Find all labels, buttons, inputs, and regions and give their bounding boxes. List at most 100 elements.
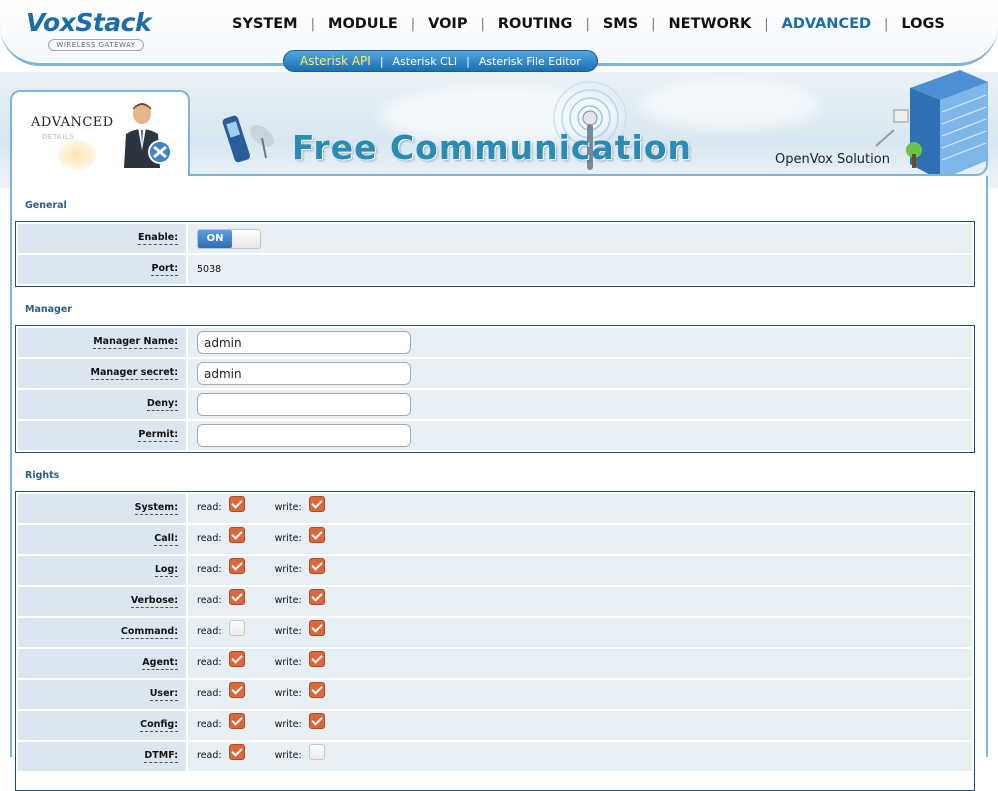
rights-agent-read-checkbox[interactable] (228, 651, 245, 667)
table-row: Call: read: write: (18, 525, 972, 554)
subnav-item-asterisk-file-editor[interactable]: Asterisk File Editor (479, 55, 581, 68)
manager-secret-label: Manager secret: (90, 367, 178, 380)
manager-table: Manager Name: Manager secret: Deny: Perm… (15, 325, 975, 453)
permit-label: Permit: (138, 429, 178, 442)
write-label: write: (274, 532, 302, 544)
rights-user-label: User: (149, 688, 178, 701)
section-badge-subtitle: DETAILS (42, 133, 75, 141)
subnav-item-asterisk-cli[interactable]: Asterisk CLI (393, 55, 458, 68)
read-label: read: (197, 749, 222, 761)
read-label: read: (197, 718, 222, 730)
subnav-item-asterisk-api[interactable]: Asterisk API (300, 54, 371, 68)
enable-toggle-state: ON (198, 229, 232, 248)
section-title-manager: Manager (25, 304, 72, 315)
table-row: Log: read: write: (18, 556, 972, 585)
nav-item-module[interactable]: MODULE (328, 16, 398, 32)
table-row: Manager Name: (18, 328, 972, 357)
nav-separator: | (410, 16, 416, 32)
glow-decoration (58, 140, 96, 170)
rights-log-read-checkbox[interactable] (228, 558, 245, 574)
write-label: write: (274, 656, 302, 668)
nav-separator: | (651, 16, 656, 32)
read-label: read: (197, 656, 222, 668)
brand-logo[interactable]: VoxStack WIRELESS GATEWAY (26, 8, 152, 51)
general-table: Enable: ON Port: 5038 (15, 221, 975, 287)
read-label: read: (197, 563, 222, 575)
rights-log-write-checkbox[interactable] (308, 558, 325, 574)
brand-name: VoxStack (26, 8, 152, 37)
nav-item-advanced[interactable]: ADVANCED (782, 16, 871, 32)
nav-item-routing[interactable]: ROUTING (498, 16, 573, 32)
rights-user-write-checkbox[interactable] (308, 682, 325, 698)
rights-call-label: Call: (154, 533, 178, 546)
nav-item-logs[interactable]: LOGS (901, 16, 944, 32)
table-row: Command: read: write: (18, 618, 972, 647)
table-row: Verbose: read: write: (18, 587, 972, 616)
rights-call-read-checkbox[interactable] (228, 527, 245, 543)
subnav-separator: | (466, 54, 470, 68)
table-row: Agent: read: write: (18, 649, 972, 678)
nav-item-network[interactable]: NETWORK (669, 16, 752, 32)
table-row: User: read: write: (18, 680, 972, 709)
rights-config-label: Config: (140, 719, 178, 732)
rights-config-write-checkbox[interactable] (308, 713, 325, 729)
manager-name-label: Manager Name: (93, 336, 178, 349)
nav-separator: | (585, 16, 590, 32)
rights-agent-label: Agent: (142, 657, 178, 670)
table-row: Deny: (18, 390, 972, 419)
rights-verbose-label: Verbose: (130, 595, 178, 608)
table-row: System: read: write: (18, 494, 972, 523)
nav-item-system[interactable]: SYSTEM (232, 16, 298, 32)
cloud-decoration (640, 80, 820, 130)
write-label: write: (274, 594, 302, 606)
nav-separator: | (310, 16, 316, 32)
write-label: write: (274, 718, 302, 730)
main-navigation: SYSTEM | MODULE | VOIP | ROUTING | SMS | NETWORK | A… (232, 16, 945, 32)
permit-input[interactable] (197, 424, 411, 447)
deny-label: Deny: (146, 398, 178, 411)
subnav-separator: | (379, 54, 384, 68)
nav-separator: | (764, 16, 769, 32)
section-title-general: General (25, 200, 67, 211)
rights-verbose-read-checkbox[interactable] (228, 589, 245, 605)
rights-system-label: System: (134, 502, 178, 515)
nav-item-sms[interactable]: SMS (603, 16, 638, 32)
rights-dtmf-write-checkbox[interactable] (308, 744, 325, 760)
read-label: read: (197, 594, 222, 606)
table-row: Permit: (18, 421, 972, 450)
table-row: Enable: ON (18, 224, 972, 253)
write-label: write: (274, 625, 302, 637)
rights-system-read-checkbox[interactable] (228, 496, 245, 512)
rights-command-write-checkbox[interactable] (308, 620, 325, 636)
read-label: read: (197, 532, 222, 544)
port-label: Port: (151, 263, 178, 276)
deny-input[interactable] (197, 393, 411, 416)
table-row: Config: read: write: (18, 711, 972, 740)
read-label: read: (197, 687, 222, 699)
enable-toggle[interactable]: ON (197, 228, 261, 249)
write-label: write: (274, 749, 302, 761)
rights-log-label: Log: (154, 564, 178, 577)
table-row: Manager secret: (18, 359, 972, 388)
write-label: write: (274, 687, 302, 699)
businessman-icon (124, 103, 172, 168)
rights-config-read-checkbox[interactable] (228, 713, 245, 729)
rights-call-write-checkbox[interactable] (308, 527, 325, 543)
manager-name-input[interactable] (197, 331, 411, 354)
rights-command-read-checkbox[interactable] (228, 620, 245, 636)
sub-navigation: Asterisk API | Asterisk CLI | Asterisk File … (283, 50, 598, 72)
rights-user-read-checkbox[interactable] (228, 682, 245, 698)
table-row: Port: 5038 (18, 255, 972, 284)
rights-system-write-checkbox[interactable] (308, 496, 325, 512)
rights-agent-write-checkbox[interactable] (308, 651, 325, 667)
rights-dtmf-read-checkbox[interactable] (228, 744, 245, 760)
write-label: write: (274, 501, 302, 513)
manager-secret-input[interactable] (197, 362, 411, 385)
nav-separator: | (480, 16, 485, 32)
port-value: 5038 (197, 264, 222, 275)
nav-item-voip[interactable]: VOIP (428, 16, 467, 32)
nav-separator: | (884, 16, 889, 32)
rights-verbose-write-checkbox[interactable] (308, 589, 325, 605)
write-label: write: (274, 563, 302, 575)
section-badge-title: ADVANCED (31, 115, 114, 130)
